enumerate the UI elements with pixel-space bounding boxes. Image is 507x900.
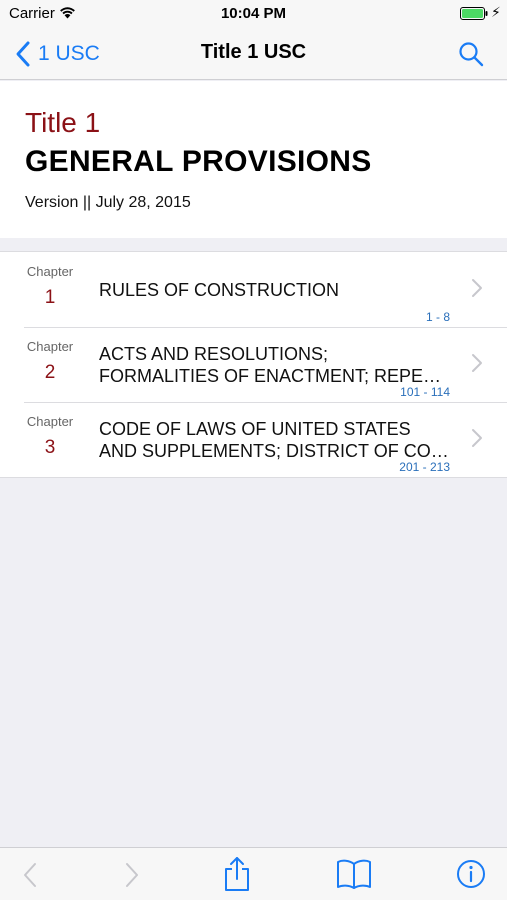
book-icon[interactable] bbox=[336, 858, 372, 890]
chevron-right-icon bbox=[472, 354, 482, 372]
section-range: 1 - 8 bbox=[425, 310, 450, 324]
row-divider bbox=[24, 402, 507, 403]
chapter-row-3[interactable]: Chapter 3 CODE OF LAWS OF UNITED STATES … bbox=[0, 402, 507, 477]
forward-arrow-icon[interactable] bbox=[122, 860, 142, 890]
nav-bar: 1 USC Title 1 USC bbox=[0, 28, 507, 80]
chapter-name-line: RULES OF CONSTRUCTION bbox=[99, 280, 340, 300]
battery-icon bbox=[460, 7, 488, 20]
chapter-number: 1 bbox=[44, 287, 56, 308]
chapter-number: 3 bbox=[44, 437, 56, 458]
info-icon[interactable] bbox=[456, 859, 486, 889]
back-arrow-icon[interactable] bbox=[20, 860, 40, 890]
title-heading: GENERAL PROVISIONS bbox=[25, 145, 372, 178]
chapter-name: RULES OF CONSTRUCTION bbox=[99, 279, 451, 301]
chapter-row-1[interactable]: Chapter 1 RULES OF CONSTRUCTION 1 - 8 bbox=[0, 252, 507, 327]
charging-icon: ⚡ bbox=[491, 4, 501, 20]
search-icon[interactable] bbox=[457, 40, 485, 68]
version-label: Version || July 28, 2015 bbox=[25, 194, 191, 211]
share-icon[interactable] bbox=[223, 856, 251, 892]
chapter-name: ACTS AND RESOLUTIONS; FORMALITIES OF ENA… bbox=[99, 343, 451, 387]
row-divider bbox=[24, 327, 507, 328]
chapter-number: 2 bbox=[44, 362, 56, 383]
chevron-right-icon bbox=[472, 429, 482, 447]
clock: 10:04 PM bbox=[220, 5, 287, 22]
title-header: Title 1 GENERAL PROVISIONS Version || Ju… bbox=[0, 81, 507, 238]
bottom-toolbar bbox=[0, 847, 507, 900]
chapter-name: CODE OF LAWS OF UNITED STATES AND SUPPLE… bbox=[99, 418, 451, 462]
section-range: 201 - 213 bbox=[399, 460, 450, 474]
chapter-word: Chapter bbox=[26, 339, 74, 354]
chapter-word: Chapter bbox=[26, 414, 74, 429]
status-bar: Carrier 10:04 PM ⚡ bbox=[0, 0, 507, 28]
chapter-name-line: FORMALITIES OF ENACTMENT; REPEA… bbox=[99, 366, 451, 386]
chapter-list: Chapter 1 RULES OF CONSTRUCTION 1 - 8 Ch… bbox=[0, 251, 507, 478]
nav-title: Title 1 USC bbox=[200, 41, 307, 63]
chapter-name-line: CODE OF LAWS OF UNITED STATES bbox=[99, 419, 411, 439]
chapter-row-2[interactable]: Chapter 2 ACTS AND RESOLUTIONS; FORMALIT… bbox=[0, 327, 507, 402]
chapter-name-line: AND SUPPLEMENTS; DISTRICT OF CO… bbox=[99, 441, 449, 461]
section-range: 101 - 114 bbox=[400, 385, 450, 399]
chapter-name-line: ACTS AND RESOLUTIONS; bbox=[99, 344, 329, 364]
chevron-right-icon bbox=[472, 279, 482, 297]
title-number: Title 1 bbox=[25, 107, 101, 138]
chapter-word: Chapter bbox=[26, 264, 74, 279]
